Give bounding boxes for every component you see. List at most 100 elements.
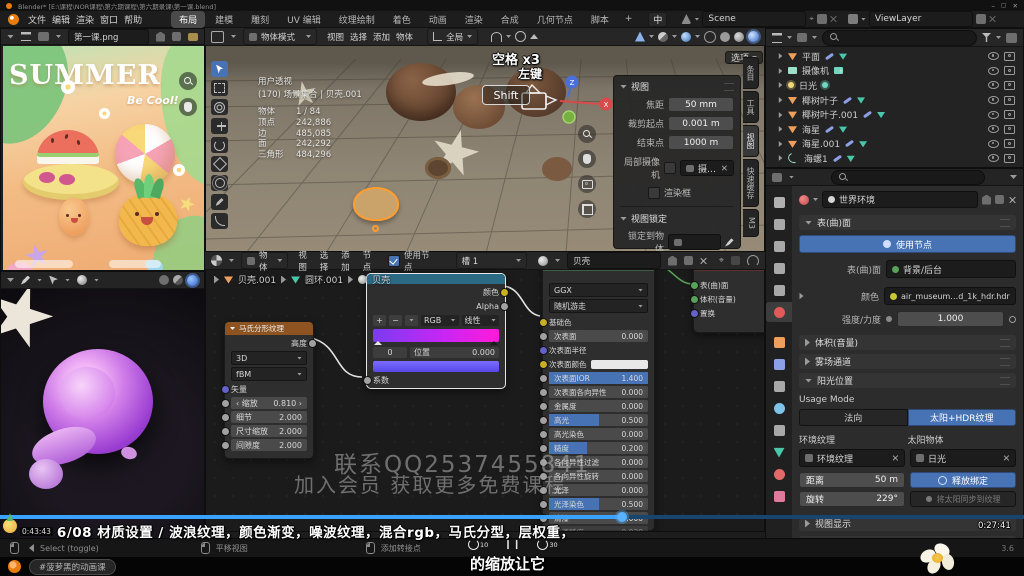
expand-icon[interactable] [779,155,783,161]
view-lock-title[interactable]: 视图锁定 [631,212,667,225]
scale-tool-button[interactable] [211,156,228,172]
outliner-row-海星.001[interactable]: 海星.001 [766,137,1023,152]
bsdf-row-次表面IOR[interactable]: 次表面IOR1.400 [549,372,648,384]
ramp-options-button[interactable] [405,315,418,326]
magnet-icon[interactable] [491,32,502,42]
camera-view-icon[interactable] [578,175,596,193]
close-button[interactable]: ✕ [1013,2,1018,10]
hide-viewport-icon[interactable] [988,67,999,75]
hamburger-icon[interactable] [21,32,31,41]
bsdf-row-金属度[interactable]: 金属度0.000 [549,400,648,412]
workspace-tab-脚本[interactable]: 脚本 [583,11,617,28]
shading-solid-icon[interactable] [159,275,169,285]
scene-name-field[interactable]: Scene [702,11,806,27]
local-camera-field[interactable]: 摄… [680,160,734,176]
annotate-pen-icon[interactable] [21,276,30,285]
viewport-menu-选择[interactable]: 选择 [347,31,370,43]
editor-type-icon[interactable] [211,31,224,43]
select-box-tool-button[interactable] [211,80,228,96]
shading-render-icon[interactable] [187,275,198,286]
disable-render-icon[interactable] [1004,66,1015,75]
selected-scallop-object[interactable] [353,187,399,221]
npanel-tab-M3[interactable]: M3 [743,209,759,237]
pause-button[interactable]: ❙❙ [504,540,521,550]
menu-渲染[interactable]: 渲染 [73,13,97,26]
properties-tab-output[interactable] [766,236,792,256]
npanel-tab-视图[interactable]: 视图 [743,125,759,157]
properties-options-chevron-icon[interactable] [1010,175,1017,179]
surface-shader-field[interactable]: 背景/后台 [886,260,1016,278]
sun-object-field[interactable]: 日光 [910,449,1016,467]
outliner-display-icon[interactable] [772,33,782,43]
pen-chevron-icon[interactable] [37,279,42,282]
viewlayer-name-field[interactable]: ViewLayer [869,11,973,27]
mode-sun-hdr-button[interactable]: 太阳+HDR纹理 [908,409,1017,426]
orientation-dropdown[interactable]: 全局 [427,28,478,45]
material-output-node[interactable]: 表(曲)面 体积(音量) 置换 [693,261,765,333]
disable-render-icon[interactable] [1004,110,1015,119]
properties-tab-constraint[interactable] [766,420,792,440]
menu-编辑[interactable]: 编辑 [49,13,73,26]
ramp-colormode-dropdown[interactable]: RGB [421,315,459,326]
properties-tab-physics[interactable] [766,398,792,418]
scene-selector[interactable]: Scene ⌖ [681,11,838,27]
properties-tab-texture[interactable] [766,486,792,506]
minimize-button[interactable]: – [991,2,995,10]
workspace-tab-动画[interactable]: 动画 [421,11,455,28]
ramp-index-field[interactable]: 0 [373,347,407,358]
strength-slider[interactable]: 1.000 [897,311,1004,327]
hide-viewport-icon[interactable] [988,111,999,119]
copy-viewlayer-icon[interactable] [976,14,986,24]
disable-render-icon[interactable] [1004,139,1015,148]
bsdf-row-高光[interactable]: 高光0.500 [549,414,648,426]
outliner-row-海螺1[interactable]: 海螺1 [766,151,1023,166]
viewlayer-selector[interactable]: ViewLayer [848,11,997,27]
tweak-tool-button[interactable] [211,61,228,77]
animate-dot-icon[interactable] [1009,316,1016,323]
musgrave-dimensions-dropdown[interactable]: 3D [231,351,307,365]
ramp-remove-button[interactable]: − [389,315,402,326]
properties-tab-material[interactable] [766,464,792,484]
parent-node-tree-icon[interactable] [731,256,740,265]
ramp-gradient-bar[interactable] [373,329,499,342]
properties-editor-icon[interactable] [772,173,782,182]
filter-funnel-icon[interactable] [982,33,991,42]
folder-icon[interactable] [188,33,198,41]
menu-窗口[interactable]: 窗口 [97,13,121,26]
workspace-tab-布局[interactable]: 布局 [171,11,205,28]
workspace-tab-渲染[interactable]: 渲染 [457,11,491,28]
shell-object[interactable] [386,63,456,121]
outliner-row-平面[interactable]: 平面 [766,49,1023,64]
add-workspace-button[interactable]: + [619,12,639,26]
outliner-row-椰树叶子[interactable]: 椰树叶子 [766,93,1023,108]
world-name-field[interactable]: 世界环境 [822,191,978,208]
fake-user-shield-icon[interactable] [668,256,677,266]
bsdf-row-次表面半径[interactable]: 次表面半径 [549,344,648,356]
slot-dropdown[interactable]: 槽 1 [456,252,528,269]
volume-panel-header[interactable]: 体积(音量) [799,335,1016,350]
hide-viewport-icon[interactable] [988,52,999,60]
outliner-row-海星[interactable]: 海星 [766,122,1023,137]
material-browse-icon[interactable] [538,256,548,266]
editor-menu-chevron-icon[interactable] [7,35,14,39]
cursor-tool-button[interactable] [211,99,228,115]
cursor-icon[interactable] [49,276,58,285]
disable-render-icon[interactable] [1004,81,1015,90]
bsdf-row-各向异性过滤[interactable]: 各向异性过滤0.000 [549,456,648,468]
sphere-chevron-icon[interactable] [94,279,99,282]
delete-scene-icon[interactable] [830,15,838,23]
shader-menu-视图[interactable]: 视图 [295,249,316,273]
outliner-row-摄像机[interactable]: 摄像机 [766,64,1023,79]
bsdf-row-次表面各向异性[interactable]: 次表面各向异性0.000 [549,386,648,398]
workspace-tab-雕刻[interactable]: 雕刻 [243,11,277,28]
rotation-slider[interactable]: 旋转229° [799,491,905,507]
expand-icon[interactable] [779,68,783,74]
overlay-toggle-icon[interactable] [658,32,668,42]
properties-search-input[interactable] [831,170,985,185]
render-region-checkbox[interactable] [648,187,660,199]
hide-viewport-icon[interactable] [988,125,999,133]
outliner-row-日光[interactable]: 日光 [766,78,1023,93]
copy-image-icon[interactable] [172,32,181,41]
principled-bsdf-node[interactable]: GGX 随机游走 基础色次表面0.000次表面半径次表面颜色次表面IOR1.40… [542,261,655,531]
surface-panel-header[interactable]: 表(曲)面 [799,215,1016,230]
